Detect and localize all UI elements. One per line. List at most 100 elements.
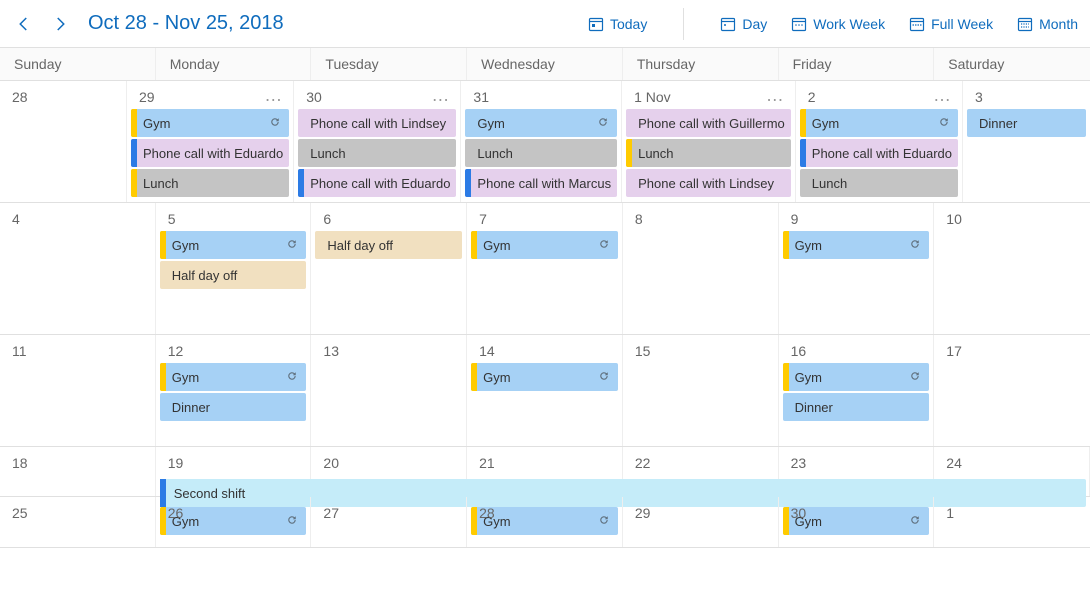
day-cell[interactable]: 3Dinner bbox=[963, 81, 1090, 202]
month-view-button[interactable]: Month bbox=[1017, 16, 1078, 32]
day-header: Tuesday bbox=[311, 48, 467, 80]
calendar-event[interactable]: Phone call with Eduardo bbox=[131, 139, 289, 167]
date-number: 20 bbox=[315, 453, 462, 475]
day-cell[interactable]: 16GymDinner bbox=[779, 335, 935, 446]
day-view-button[interactable]: Day bbox=[720, 16, 767, 32]
day-cell[interactable]: 6Half day off bbox=[311, 203, 467, 334]
week-row: 2829…GymPhone call with EduardoLunch30…P… bbox=[0, 81, 1090, 203]
today-button[interactable]: Today bbox=[588, 16, 647, 32]
day-cell[interactable]: 29…GymPhone call with EduardoLunch bbox=[127, 81, 294, 202]
calendar-event[interactable]: Gym bbox=[471, 363, 618, 391]
day-cell[interactable]: 12 Gym Dinner bbox=[156, 335, 312, 446]
recurring-icon bbox=[598, 238, 612, 252]
event-label: Phone call with Eduardo bbox=[137, 146, 289, 161]
day-cell[interactable]: 1 Nov…Phone call with GuillermoLunchPhon… bbox=[622, 81, 796, 202]
day-cell[interactable]: 25 bbox=[0, 497, 156, 547]
calendar-event[interactable]: Phone call with Eduardo bbox=[298, 169, 456, 197]
more-events-button[interactable]: … bbox=[431, 91, 448, 103]
event-label: Phone call with Eduardo bbox=[304, 176, 456, 191]
calendar-event[interactable]: Gym bbox=[160, 363, 307, 391]
more-events-button[interactable]: … bbox=[933, 91, 950, 103]
event-label: Gym bbox=[806, 116, 938, 131]
next-button[interactable] bbox=[48, 12, 72, 36]
day-cell[interactable]: 28 bbox=[467, 497, 623, 547]
calendar-event[interactable]: Dinner bbox=[160, 393, 307, 421]
date-number: 8 bbox=[627, 209, 774, 231]
day-cell[interactable]: 29 bbox=[623, 497, 779, 547]
date-number: 28 bbox=[471, 503, 618, 525]
event-label: Gym bbox=[166, 370, 287, 385]
day-cell[interactable]: 10 bbox=[934, 203, 1090, 334]
day-cell[interactable]: 28 bbox=[0, 81, 127, 202]
calendar-event[interactable]: Gym bbox=[783, 231, 930, 259]
date-number: 5 bbox=[160, 209, 307, 231]
prev-button[interactable] bbox=[12, 12, 36, 36]
day-cell[interactable]: 18 bbox=[0, 447, 156, 496]
date-range-title[interactable]: Oct 28 - Nov 25, 2018 bbox=[88, 12, 284, 35]
nav-arrows bbox=[12, 12, 72, 36]
calendar-event[interactable]: Gym bbox=[471, 231, 618, 259]
calendar-event[interactable]: Dinner bbox=[967, 109, 1086, 137]
workweek-view-button[interactable]: Work Week bbox=[791, 16, 885, 32]
calendar-event[interactable]: Lunch bbox=[465, 139, 617, 167]
date-number: 17 bbox=[938, 341, 1086, 363]
calendar-event[interactable]: Gym bbox=[131, 109, 289, 137]
calendar-event[interactable]: Dinner bbox=[783, 393, 930, 421]
day-cell[interactable]: 30 bbox=[779, 497, 935, 547]
calendar-event[interactable]: Lunch bbox=[298, 139, 456, 167]
date-number: 7 bbox=[471, 209, 618, 231]
day-cell[interactable]: 30…Phone call with LindseyLunchPhone cal… bbox=[294, 81, 461, 202]
calendar-grid: 2829…GymPhone call with EduardoLunch30…P… bbox=[0, 81, 1090, 548]
day-cell[interactable]: 7Gym bbox=[467, 203, 623, 334]
event-label: Gym bbox=[471, 116, 597, 131]
calendar-event[interactable]: Gym bbox=[783, 363, 930, 391]
day-cell[interactable]: 31GymLunchPhone call with Marcus bbox=[461, 81, 622, 202]
day-cell[interactable]: 9 Gym bbox=[779, 203, 935, 334]
date-number: 6 bbox=[315, 209, 462, 231]
calendar-event[interactable]: Lunch bbox=[800, 169, 958, 197]
event-label: Lunch bbox=[304, 146, 456, 161]
event-label: Gym bbox=[789, 238, 910, 253]
recurring-icon bbox=[909, 238, 923, 252]
more-events-button[interactable]: … bbox=[766, 91, 783, 103]
date-number: 22 bbox=[627, 453, 774, 475]
calendar-event[interactable]: Phone call with Eduardo bbox=[800, 139, 958, 167]
date-number: 25 bbox=[4, 503, 151, 525]
view-buttons: Today Day Work Week Full Week Month bbox=[588, 8, 1078, 40]
toolbar-divider bbox=[683, 8, 684, 40]
date-number: 28 bbox=[4, 87, 122, 109]
day-cell[interactable]: 14Gym bbox=[467, 335, 623, 446]
date-number: 1 Nov… bbox=[626, 87, 791, 109]
event-label: Dinner bbox=[973, 116, 1086, 131]
event-label: Lunch bbox=[137, 176, 289, 191]
more-events-button[interactable]: … bbox=[264, 91, 281, 103]
calendar-event[interactable]: Phone call with Guillermo bbox=[626, 109, 791, 137]
calendar-event[interactable]: Phone call with Lindsey bbox=[298, 109, 456, 137]
calendar-event[interactable]: Half day off bbox=[160, 261, 307, 289]
date-number: 16 bbox=[783, 341, 930, 363]
fullweek-view-button[interactable]: Full Week bbox=[909, 16, 993, 32]
day-header: Sunday bbox=[0, 48, 156, 80]
calendar-event[interactable]: Phone call with Marcus bbox=[465, 169, 617, 197]
day-cell[interactable]: 26 bbox=[156, 497, 312, 547]
calendar-event[interactable]: Gym bbox=[800, 109, 958, 137]
day-cell[interactable]: 17 bbox=[934, 335, 1090, 446]
day-cell[interactable]: 15 bbox=[623, 335, 779, 446]
date-number: 14 bbox=[471, 341, 618, 363]
day-cell[interactable]: 2…GymPhone call with EduardoLunch bbox=[796, 81, 963, 202]
calendar-event[interactable]: Gym bbox=[160, 231, 307, 259]
date-number: 12 bbox=[160, 341, 307, 363]
date-number: 9 bbox=[783, 209, 930, 231]
day-cell[interactable]: 13 bbox=[311, 335, 467, 446]
calendar-event[interactable]: Lunch bbox=[626, 139, 791, 167]
day-cell[interactable]: 27 bbox=[311, 497, 467, 547]
calendar-event[interactable]: Phone call with Lindsey bbox=[626, 169, 791, 197]
day-cell[interactable]: 4 bbox=[0, 203, 156, 334]
calendar-event[interactable]: Gym bbox=[465, 109, 617, 137]
calendar-event[interactable]: Lunch bbox=[131, 169, 289, 197]
day-cell[interactable]: 8 bbox=[623, 203, 779, 334]
day-cell[interactable]: 11 bbox=[0, 335, 156, 446]
day-cell[interactable]: 1 bbox=[934, 497, 1090, 547]
day-cell[interactable]: 5GymHalf day off bbox=[156, 203, 312, 334]
calendar-event[interactable]: Half day off bbox=[315, 231, 462, 259]
